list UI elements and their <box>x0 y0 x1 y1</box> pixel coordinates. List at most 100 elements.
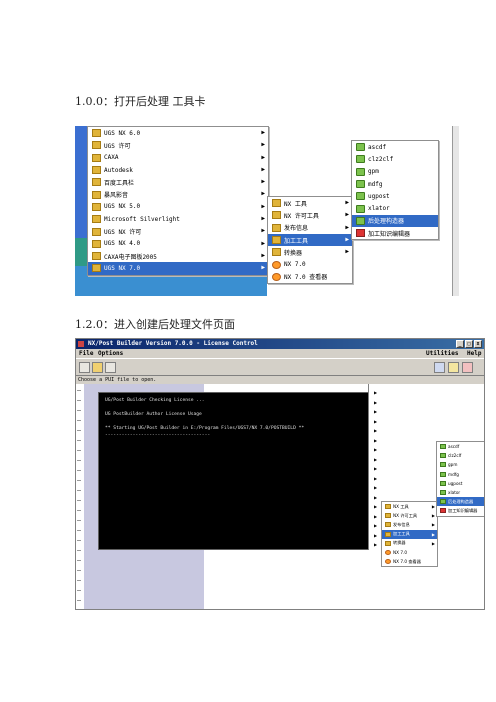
menu-item[interactable]: 发布信息 ▶ <box>382 520 437 529</box>
menu-item[interactable]: UGS 许可 ▶ <box>88 139 268 151</box>
menu-item[interactable]: ugpost <box>437 479 484 488</box>
grid-icon <box>440 508 446 514</box>
submenu-arrow-icon: ▶ <box>261 165 265 173</box>
open-folder-icon[interactable] <box>92 362 103 373</box>
menu-item-label: gpm <box>368 168 379 176</box>
ruler-tick <box>77 390 81 391</box>
menu-help[interactable]: Help <box>467 350 481 357</box>
menu-item[interactable]: xlator <box>437 488 484 497</box>
menu-item[interactable]: 加工知识编辑器 <box>437 506 484 515</box>
menu-item[interactable]: 加工知识编辑器 <box>352 227 438 239</box>
ruler-tick <box>77 510 81 511</box>
submenu-arrow-icon: ▶ <box>261 264 265 272</box>
menu-item-label: UGS NX 6.0 <box>104 129 141 137</box>
submenu-arrow-icon: ▶ <box>345 211 349 219</box>
menu-item[interactable]: gpm <box>352 166 438 178</box>
menu-item[interactable]: UGS NX 7.0 ▶ <box>88 262 268 275</box>
window-titlebar: NX/Post Builder Version 7.0.0 - License … <box>76 339 484 349</box>
tool-icon[interactable] <box>434 362 445 373</box>
menu-item[interactable]: 后处理构造器 <box>352 214 438 228</box>
maximize-icon[interactable]: □ <box>465 340 473 348</box>
menu-item[interactable]: clz2clf <box>437 451 484 460</box>
menu-item-label: UGS NX 5.0 <box>104 203 141 211</box>
folder-icon <box>92 166 101 175</box>
menu-item[interactable]: CAXA ▶ <box>88 152 268 164</box>
menu-options[interactable]: Options <box>98 350 123 357</box>
submenu-arrow-icon: ▶ <box>261 251 265 259</box>
menu-item[interactable]: NX 工具 ▶ <box>268 197 352 209</box>
close-icon[interactable]: x <box>474 340 482 348</box>
menu-item[interactable]: NX 许可工具 ▶ <box>382 511 437 520</box>
submenu-arrow-icon: ▶ <box>374 466 378 471</box>
menu-item[interactable]: 后处理构造器 <box>437 497 484 507</box>
submenu-arrow-icon: ▶ <box>374 418 378 424</box>
question-icon[interactable] <box>448 362 459 373</box>
nx-icon <box>272 272 281 281</box>
ruler-tick <box>77 560 81 561</box>
folder-icon <box>385 531 391 537</box>
menu-item[interactable]: mdfg <box>437 470 484 479</box>
nx-icon <box>385 559 391 565</box>
menu-item[interactable]: mdfg <box>352 178 438 190</box>
menu-item[interactable]: 暴风影音 ▶ <box>88 188 268 200</box>
menu-item-label: 加工知识编辑器 <box>448 507 478 513</box>
menu-item[interactable]: 百度工具栏 ▶ <box>88 176 268 188</box>
step-2-heading: 1.2.0：进入创建后处理文件页面 <box>75 318 235 331</box>
menu-item[interactable]: 发布信息 ▶ <box>268 222 352 234</box>
menu-item-label: UGS NX 7.0 <box>104 264 141 272</box>
menu-item[interactable]: ugpost <box>352 190 438 202</box>
ruler-tick <box>77 420 81 421</box>
submenu-arrow-icon: ▶ <box>374 447 378 452</box>
new-file-icon[interactable] <box>79 362 90 373</box>
nx7-submenu: NX 工具 ▶ NX 许可工具 ▶ 发布信息 ▶ 加工工具 ▶ 转换器 ▶ NX 7.0 NX 7.0… <box>267 196 353 285</box>
save-icon[interactable] <box>105 362 116 373</box>
scrollbar-edge <box>452 126 459 296</box>
menu-item[interactable]: gpm <box>437 460 484 469</box>
menu-item[interactable]: UGS NX 5.0 ▶ <box>88 201 268 213</box>
menu-item[interactable]: UGS NX 4.0 ▶ <box>88 238 268 250</box>
menu-item[interactable]: CAXA电子图板2005 ▶ <box>88 250 268 262</box>
menu-item[interactable]: NX 工具 ▶ <box>382 502 437 511</box>
menu-item-label: 后处理构造器 <box>368 218 405 226</box>
menu-bar: File Options Utilities Help <box>76 349 484 358</box>
menu-item[interactable]: 加工工具 ▶ <box>382 529 437 539</box>
menu-item-label: NX 工具 <box>284 200 307 208</box>
menu-item[interactable]: 转换器 ▶ <box>268 246 352 258</box>
menu-item[interactable]: Microsoft Silverlight ▶ <box>88 213 268 225</box>
menu-file[interactable]: File <box>79 350 93 357</box>
menu-item[interactable]: clz2clf <box>352 153 438 165</box>
menu-item[interactable]: ascdf <box>352 141 438 153</box>
menu-item-label: gpm <box>448 462 458 468</box>
menu-utilities[interactable]: Utilities <box>426 350 459 357</box>
submenu-arrow-icon: ▶ <box>431 540 435 546</box>
app-icon <box>440 462 446 468</box>
folder-icon <box>385 504 391 510</box>
menu-item[interactable]: NX 7.0 <box>268 258 352 270</box>
menu-item[interactable]: NX 许可工具 ▶ <box>268 209 352 221</box>
menu-item-label: NX 许可工具 <box>393 512 418 518</box>
submenu-arrow-icon: ▶ <box>261 215 265 223</box>
menu-item-label: ascdf <box>448 444 460 450</box>
app-icon <box>440 490 446 496</box>
folder-icon <box>92 264 101 273</box>
menu-item[interactable]: UGS NX 6.0 ▶ <box>88 127 268 139</box>
menu-item[interactable]: 加工工具 ▶ <box>268 233 352 247</box>
menu-item[interactable]: ascdf <box>437 442 484 451</box>
menu-item[interactable]: UGS NX 许可 ▶ <box>88 225 268 237</box>
menu-item[interactable]: xlator <box>352 202 438 214</box>
post-builder-screenshot: NX/Post Builder Version 7.0.0 - License … <box>75 338 485 610</box>
menu-item[interactable]: 转换器 ▶ <box>382 539 437 548</box>
console-window: UG/Post Builder Checking License ... UG … <box>98 392 374 550</box>
context-help-icon[interactable] <box>462 362 473 373</box>
submenu-arrow-icon: ▶ <box>261 227 265 235</box>
menu-item[interactable]: NX 7.0 <box>382 548 437 557</box>
menu-item[interactable]: NX 7.0 查看器 <box>382 557 437 566</box>
menu-item-label: 暴风影音 <box>104 192 129 200</box>
menu-item[interactable]: Autodesk ▶ <box>88 164 268 176</box>
folder-icon <box>92 178 101 187</box>
ruler-tick <box>77 410 81 411</box>
menu-item[interactable]: NX 7.0 查看器 <box>268 271 352 283</box>
menu-item-label: xlator <box>368 205 390 213</box>
minimize-icon[interactable]: _ <box>456 340 464 348</box>
programs-menu: UGS NX 6.0 ▶ UGS 许可 ▶ CAXA ▶ Autodesk ▶ 百度工具栏 ▶ 暴风… <box>87 126 269 276</box>
